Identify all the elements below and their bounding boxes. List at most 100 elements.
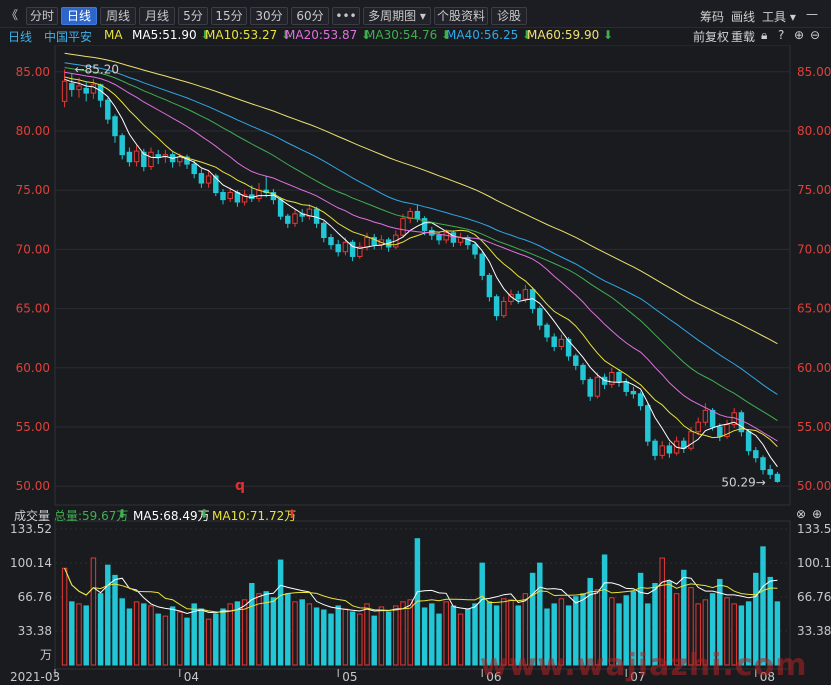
volume-tick-right: 66.76 xyxy=(797,590,831,604)
tab-11[interactable]: 诊股 xyxy=(491,7,527,25)
volume-bar xyxy=(191,603,197,666)
volume-bar xyxy=(277,559,284,666)
candle-body xyxy=(342,241,349,253)
tab-2[interactable]: 周线 xyxy=(100,7,136,25)
ma20-value: MA20:53.87 ⬇ xyxy=(285,28,372,42)
ma-down-arrow: ⬇ xyxy=(603,28,614,42)
volume-bar xyxy=(414,538,421,666)
stock-name: 中国平安 xyxy=(44,30,93,44)
candle-body xyxy=(472,244,478,255)
price-chart[interactable]: 50.00 50.00 55.00 55.00 60.00 60.00 65.00 65.00… xyxy=(0,45,831,685)
candle-body xyxy=(709,409,716,428)
price-tick-right: 75.00 xyxy=(797,183,831,197)
tab-3[interactable]: 月线 xyxy=(139,7,175,25)
candle-body xyxy=(83,87,89,94)
volume-tick-right: 33.38 xyxy=(797,624,831,638)
help-icon[interactable]: ? xyxy=(778,28,784,42)
ma60-value: MA60:59.90 ⬇ xyxy=(527,28,614,42)
volume-bar xyxy=(198,608,205,666)
volume-bar: 成交量 总量:59.67万 ⬇ MA5:68.49万 ⬇ MA10:71.72万… xyxy=(0,505,831,523)
volume-bar xyxy=(90,557,97,666)
price-tick-right: 85.00 xyxy=(797,65,831,79)
volume-bar xyxy=(335,605,341,666)
candle-body xyxy=(537,308,543,326)
candle-body xyxy=(695,421,701,433)
tab-9[interactable]: 多周期图 ▾ xyxy=(363,7,431,25)
tab-6[interactable]: 30分 xyxy=(250,7,288,25)
minimize-icon[interactable]: — xyxy=(806,7,818,21)
volume-bar xyxy=(133,601,140,666)
volume-bar xyxy=(270,597,277,666)
tab-10[interactable]: 个股资料 xyxy=(434,7,488,25)
adjust-mode[interactable]: 前复权 xyxy=(693,28,729,45)
chips-tool[interactable]: 筹码 xyxy=(700,8,724,25)
back-button[interactable]: 《 xyxy=(4,7,20,23)
volume-unit: 万 xyxy=(40,648,52,662)
volume-bar xyxy=(184,617,190,666)
candle-body xyxy=(558,338,565,347)
candle-body xyxy=(666,445,673,454)
price-tick-left: 85.00 xyxy=(16,65,50,79)
candle-body xyxy=(61,80,68,102)
candle-body xyxy=(76,85,82,91)
candle-body xyxy=(205,175,212,184)
tab-1[interactable]: 日线 xyxy=(61,7,97,25)
volume-bar xyxy=(126,608,133,666)
add-panel-icon[interactable]: ⊕ xyxy=(812,507,822,521)
volume-bar xyxy=(342,608,349,666)
volume-bar xyxy=(119,598,125,666)
tab-0[interactable]: 分时 xyxy=(26,7,58,25)
candle-body xyxy=(220,192,226,201)
candle-body xyxy=(774,473,781,482)
reload-button[interactable]: 重载 xyxy=(731,28,755,45)
low-annotation: 50.29→ xyxy=(721,476,765,490)
price-tick-left: 60.00 xyxy=(16,361,50,375)
price-tick-right: 70.00 xyxy=(797,242,831,256)
volume-bar xyxy=(112,574,118,666)
tab-8[interactable]: ••• xyxy=(332,7,360,25)
volume-bar xyxy=(162,615,169,666)
candle-body xyxy=(234,192,241,203)
candle-body xyxy=(133,150,140,163)
volume-tick-left: 33.38 xyxy=(18,624,52,638)
volume-bar xyxy=(364,603,370,666)
candle-body xyxy=(479,253,485,276)
volume-bar xyxy=(328,613,334,666)
lock-icon[interactable]: 🔒︎ xyxy=(761,28,767,43)
volume-bar xyxy=(148,605,154,666)
candle-body xyxy=(349,241,356,257)
volume-bar xyxy=(213,613,219,666)
tab-5[interactable]: 15分 xyxy=(211,7,247,25)
volume-bar xyxy=(465,608,471,666)
ma-label[interactable]: MA xyxy=(104,28,123,42)
x-tick-label: 04 xyxy=(184,670,199,684)
zoom-out-icon[interactable]: ⊖ xyxy=(810,28,820,42)
period-label: 日线 xyxy=(8,30,33,44)
candle-body xyxy=(493,296,500,317)
volume-bar xyxy=(292,601,298,666)
close-panel-icon[interactable]: ⊗ xyxy=(796,507,806,521)
candle-body xyxy=(745,431,752,452)
candle-body xyxy=(321,222,327,239)
watermark: www.wajiazhi.com xyxy=(480,648,808,683)
volume-bar xyxy=(378,606,385,666)
volume-bar xyxy=(321,609,327,666)
volume-tick-right: 100.14 xyxy=(797,556,831,570)
tab-4[interactable]: 5分 xyxy=(178,7,208,25)
candle-body xyxy=(277,199,284,217)
price-tick-left: 65.00 xyxy=(16,302,50,316)
ma30-value: MA30:54.76 ⬇ xyxy=(365,28,452,42)
volume-ma10: MA10:71.72万 xyxy=(212,509,297,523)
tab-7[interactable]: 60分 xyxy=(291,7,329,25)
candle-body xyxy=(760,457,766,471)
zoom-in-icon[interactable]: ⊕ xyxy=(794,28,804,42)
candle-body xyxy=(717,426,723,437)
tools-menu[interactable]: 工具 ▾ xyxy=(762,8,796,25)
draw-tool[interactable]: 画线 xyxy=(731,8,755,25)
price-tick-left: 55.00 xyxy=(16,420,50,434)
candle-body xyxy=(630,390,637,395)
candle-body xyxy=(594,376,601,397)
volume-ma5-arrow: ⬇ xyxy=(199,507,210,521)
candle-body xyxy=(436,234,442,241)
candle-body xyxy=(580,364,586,381)
